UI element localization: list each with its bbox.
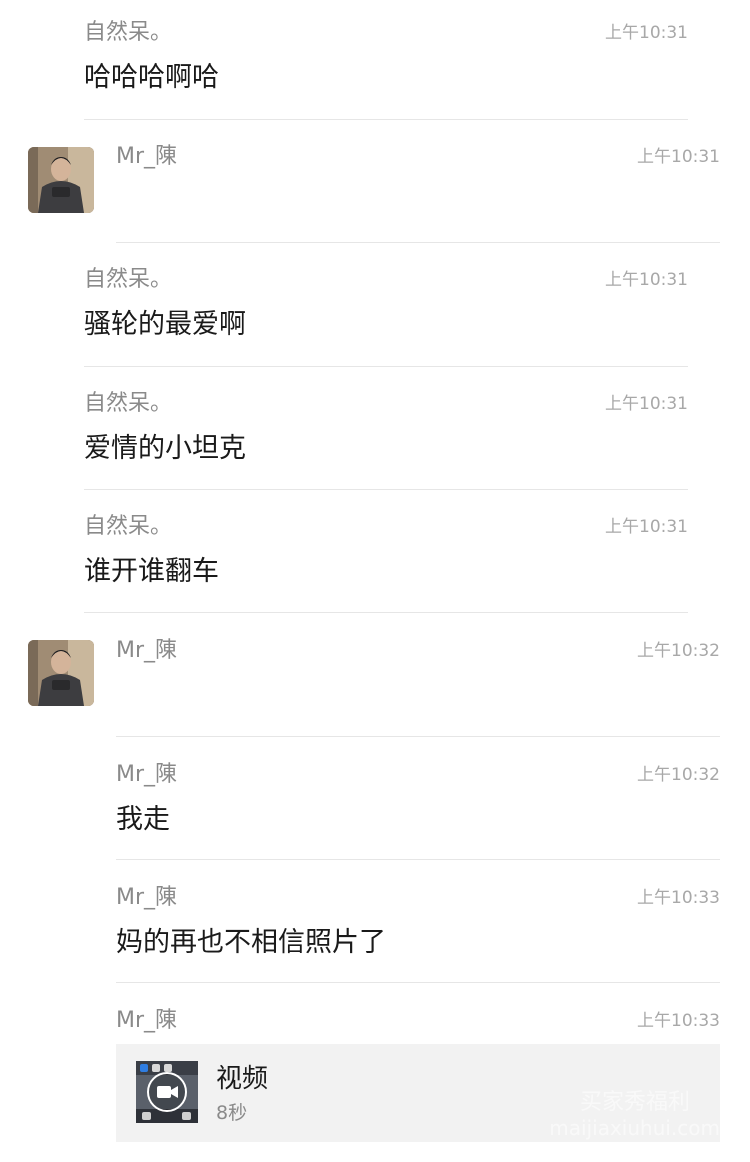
message-item[interactable]: 自然呆。 上午10:31 谁开谁翻车: [84, 512, 688, 612]
message-text: 妈的再也不相信照片了: [116, 927, 386, 958]
watermark-text: 买家秀福利: [579, 1090, 690, 1115]
message-time: 上午10:31: [637, 147, 720, 167]
divider: [84, 119, 688, 120]
message-text: 爱情的小坦克: [84, 433, 246, 464]
message-item[interactable]: Mr_陳 上午10:33 妈的再也不相信照片了: [116, 883, 720, 983]
message-time: 上午10:32: [637, 765, 720, 785]
message-item[interactable]: 自然呆。 上午10:31 哈哈哈啊哈: [84, 18, 688, 118]
message-item[interactable]: Mr_陳 上午10:32: [116, 636, 720, 736]
message-time: 上午10:31: [605, 394, 688, 414]
message-text: 谁开谁翻车: [84, 556, 219, 587]
sender-name: 自然呆。: [84, 267, 173, 292]
message-time: 上午10:31: [605, 517, 688, 537]
sender-name: Mr_陳: [116, 885, 178, 910]
divider: [84, 489, 688, 490]
message-text: 哈哈哈啊哈: [84, 62, 219, 93]
sender-name: Mr_陳: [116, 638, 178, 663]
sender-name: 自然呆。: [84, 391, 173, 416]
message-time: 上午10:31: [605, 270, 688, 290]
message-item[interactable]: 自然呆。 上午10:31 骚轮的最爱啊: [84, 265, 688, 365]
sender-name: Mr_陳: [116, 762, 178, 787]
video-duration: 8秒: [216, 1102, 248, 1124]
sender-name: Mr_陳: [116, 1008, 178, 1033]
divider: [116, 736, 720, 737]
divider: [116, 859, 720, 860]
video-camera-icon: [147, 1072, 187, 1112]
divider: [116, 242, 720, 243]
message-time: 上午10:33: [637, 888, 720, 908]
message-item[interactable]: Mr_陳 上午10:31: [116, 142, 720, 242]
message-time: 上午10:32: [637, 641, 720, 661]
divider: [84, 366, 688, 367]
message-item[interactable]: 自然呆。 上午10:31 爱情的小坦克: [84, 389, 688, 489]
message-item[interactable]: Mr_陳 上午10:32 我走: [116, 760, 720, 860]
avatar[interactable]: [28, 640, 94, 706]
message-text: 骚轮的最爱啊: [84, 309, 246, 340]
message-time: 上午10:33: [637, 1011, 720, 1031]
sender-name: Mr_陳: [116, 144, 178, 169]
video-thumbnail[interactable]: [136, 1061, 198, 1123]
message-time: 上午10:31: [605, 23, 688, 43]
divider: [84, 612, 688, 613]
sender-name: 自然呆。: [84, 514, 173, 539]
sender-name: 自然呆。: [84, 20, 173, 45]
message-text: 我走: [116, 804, 170, 835]
divider: [116, 982, 720, 983]
message-item[interactable]: Mr_陳 上午10:33: [116, 1006, 720, 1042]
video-title: 视频: [216, 1064, 269, 1094]
watermark-url: maijiaxiuhui.com: [549, 1116, 720, 1140]
avatar[interactable]: [28, 147, 94, 213]
